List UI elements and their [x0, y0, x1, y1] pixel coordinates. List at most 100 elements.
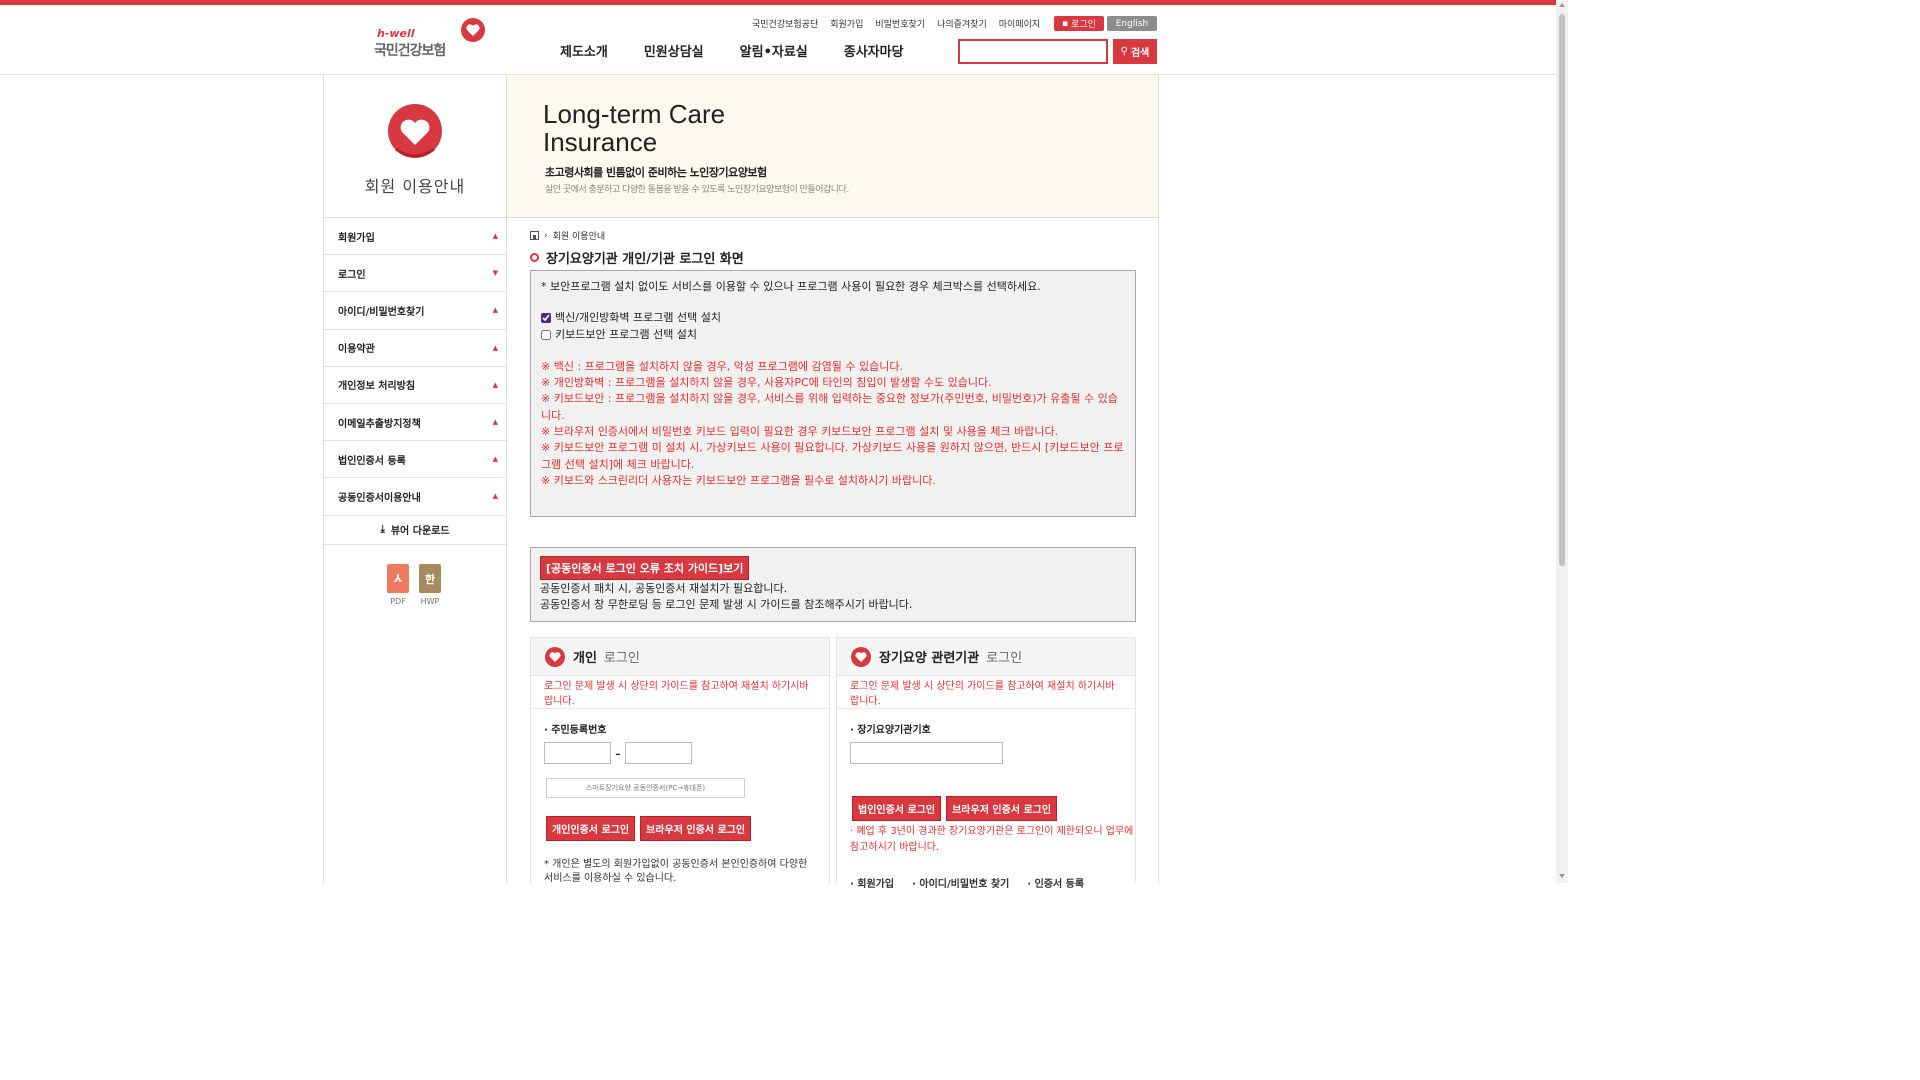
gnb-item-notice[interactable]: 알림•자료실: [740, 41, 808, 60]
logo-hwell-text: h-well: [377, 27, 415, 40]
cert-guide-box: [공동인증서 로그인 오류 조치 가이드]보기 공동인증서 패치 시, 공동인증…: [530, 547, 1136, 622]
panel-title-light: 로그인: [603, 651, 640, 666]
hwp-icon: 한: [419, 564, 441, 593]
institution-login-header: 장기요양 관련기관 로그인: [837, 638, 1135, 676]
rrn-back-input[interactable]: [624, 742, 692, 764]
sidebar-item-join[interactable]: 회원가입 ▲: [324, 218, 506, 256]
global-nav: 제도소개 민원상담실 알림•자료실 종사자마당: [560, 41, 940, 60]
vaccine-firewall-checkbox[interactable]: [541, 313, 551, 324]
scroll-down-arrow-icon[interactable]: [1559, 874, 1565, 878]
warning-item: ※ 키보드와 스크린리더 사용자는 키보드보안 프로그램을 필수로 설치하시기 …: [541, 473, 936, 487]
personal-login-note: 로그인 문제 발생 시 상단의 가이드를 참고하여 재설치 하기시바랍니다.: [531, 676, 829, 709]
rrn-dash: -: [615, 743, 621, 763]
gnb-item-civil[interactable]: 민원상담실: [644, 41, 704, 60]
personal-login-header: 개인 로그인: [531, 638, 829, 676]
pdf-viewer-link[interactable]: ⅄ PDF: [387, 564, 409, 606]
institution-links: · 회원가입 · 아이디/비밀번호 찾기 · 인증서 등록: [850, 875, 1135, 890]
caret-down-icon: ▼: [492, 269, 498, 278]
institution-find-id-link[interactable]: · 아이디/비밀번호 찾기: [912, 875, 1009, 890]
smart-cert-button[interactable]: 스마트장기요양 공동인증서(PC→휴대폰): [546, 778, 745, 798]
personal-browser-cert-login-button[interactable]: 브라우저 인증서 로그인: [640, 816, 752, 841]
sidebar-menu: 회원가입 ▲ 로그인 ▼ 아이디/비밀번호찾기 ▲ 이용약관 ▲ 개인정보 처리…: [324, 218, 506, 545]
sidebar-item-label: 법인인증서 등록: [338, 455, 406, 467]
util-link-find-password[interactable]: 비밀번호찾기: [875, 17, 925, 30]
warning-item: ※ 키보드보안 프로그램 미 설치 시, 가상키보드 사용이 필요합니다. 가상…: [541, 441, 1124, 471]
warning-item: ※ 키보드보안 : 프로그램을 설치하지 않을 경우, 서비스를 위해 입력하는…: [541, 392, 1118, 422]
institution-login-buttons: 법인인증서 로그인 브라우저 인증서 로그인: [852, 796, 1135, 821]
utility-nav: 국민건강보험공단 회원가입 비밀번호찾기 나의즐겨찾기 마이페이지: [752, 16, 1052, 31]
banner-title-line2: Insurance: [543, 127, 658, 157]
search-button-label: 검색: [1130, 48, 1150, 59]
scroll-up-arrow-icon[interactable]: [1559, 3, 1565, 7]
institution-join-link[interactable]: · 회원가입: [850, 875, 894, 890]
corp-cert-login-button[interactable]: 법인인증서 로그인: [852, 796, 942, 821]
viewer-download-link[interactable]: ⤓ 뷰어 다운로드: [324, 516, 506, 545]
caret-up-icon: ▲: [492, 455, 498, 464]
keyboard-security-checkbox[interactable]: [541, 329, 551, 340]
sidebar-item-label: 이메일추출방지정책: [338, 418, 421, 430]
search-button[interactable]: ⚲ 검색: [1113, 39, 1157, 64]
caret-up-icon: ▲: [492, 418, 498, 427]
hwp-label: HWP: [420, 597, 440, 606]
security-notice-box: * 보안프로그램 설치 없이도 서비스를 이용할 수 있으나 프로그램 사용이 …: [530, 270, 1136, 517]
personal-login-panel: 개인 로그인 로그인 문제 발생 시 상단의 가이드를 참고하여 재설치 하기시…: [530, 637, 830, 884]
search-icon: ⚲: [1120, 46, 1128, 57]
hwp-viewer-link[interactable]: 한 HWP: [419, 564, 441, 606]
institution-code-label: · 장기요양기관기호: [850, 725, 931, 736]
rrn-fields: -: [544, 742, 829, 764]
viewer-doc-links: ⅄ PDF 한 HWP: [387, 564, 441, 606]
breadcrumb: › 회원 이용안내: [530, 229, 605, 242]
login-button-label: 로그인: [1071, 20, 1096, 30]
sidebar-header: 회원 이용안내: [324, 75, 506, 218]
sidebar-item-privacy[interactable]: 개인정보 처리방침 ▲: [324, 367, 506, 404]
util-link-join[interactable]: 회원가입: [830, 17, 863, 30]
cert-error-guide-button[interactable]: [공동인증서 로그인 오류 조치 가이드]보기: [540, 556, 750, 580]
sidebar-item-email-policy[interactable]: 이메일추출방지정책 ▲: [324, 404, 506, 442]
sidebar-item-find-id[interactable]: 아이디/비밀번호찾기 ▲: [324, 292, 506, 330]
sidebar-item-terms[interactable]: 이용약관 ▲: [324, 330, 506, 367]
search-input[interactable]: [958, 39, 1108, 64]
util-link-mypage[interactable]: 마이페이지: [999, 17, 1040, 30]
caret-up-icon: ▲: [492, 492, 498, 501]
personal-cert-login-button[interactable]: 개인인증서 로그인: [546, 816, 636, 841]
nhis-logo[interactable]: h-well 국민건강보험: [374, 17, 489, 63]
guide-line: 공동인증서 창 무한로딩 등 로그인 문제 발생 시 가이드를 참조해주시기 바…: [540, 598, 913, 612]
site-header: h-well 국민건강보험 국민건강보험공단 회원가입 비밀번호찾기 나의즐겨찾…: [0, 5, 1556, 75]
util-link-nhis[interactable]: 국민건강보험공단: [752, 17, 818, 30]
left-sidebar: 회원 이용안내 회원가입 ▲ 로그인 ▼ 아이디/비밀번호찾기 ▲ 이용약관 ▲…: [324, 75, 507, 883]
sidebar-item-corp-cert[interactable]: 법인인증서 등록 ▲: [324, 441, 506, 479]
pdf-icon: ⅄: [387, 564, 409, 593]
scrollbar-thumb[interactable]: [1559, 14, 1565, 566]
caret-up-icon: ▲: [492, 306, 498, 315]
institution-browser-cert-login-button[interactable]: 브라우저 인증서 로그인: [946, 796, 1058, 821]
institution-login-panel: 장기요양 관련기관 로그인 로그인 문제 발생 시 상단의 가이드를 참고하여 …: [836, 637, 1136, 890]
institution-cert-register-link[interactable]: · 인증서 등록: [1027, 875, 1084, 890]
notice-intro: * 보안프로그램 설치 없이도 서비스를 이용할 수 있으나 프로그램 사용이 …: [541, 280, 1041, 293]
sidebar-item-label: 로그인: [338, 269, 366, 281]
home-icon[interactable]: [530, 231, 539, 240]
banner-subtitle: 초고령사회를 빈틈없이 준비하는 노인장기요양보험: [545, 166, 767, 179]
gnb-item-intro[interactable]: 제도소개: [560, 41, 608, 60]
caret-up-icon: ▲: [492, 343, 498, 352]
banner-description: 살던 곳에서 충분하고 다양한 돌봄을 받을 수 있도록 노인장기요양보험이 만…: [545, 185, 849, 195]
gnb-item-workers[interactable]: 종사자마당: [844, 41, 904, 60]
warning-item: ※ 개인방화벽 : 프로그램을 설치하지 않을 경우, 사용자PC에 타인의 침…: [541, 376, 992, 390]
sidebar-item-login[interactable]: 로그인 ▼: [324, 255, 506, 293]
vertical-scrollbar[interactable]: [1556, 0, 1568, 883]
page-title-text: 장기요양기관 개인/기관 로그인 화면: [546, 252, 744, 267]
checkbox-keyboard-row[interactable]: 키보드보안 프로그램 선택 설치: [541, 327, 1125, 343]
login-button[interactable]: ▪ 로그인: [1054, 16, 1104, 31]
main-container: 회원 이용안내 회원가입 ▲ 로그인 ▼ 아이디/비밀번호찾기 ▲ 이용약관 ▲…: [323, 75, 1159, 890]
warning-item: ※ 백신 : 프로그램을 설치하지 않을 경우, 악성 프로그램에 감염될 수 …: [541, 359, 903, 373]
sidebar-item-cert-guide[interactable]: 공동인증서이용안내 ▲: [324, 478, 506, 516]
lock-icon: ▪: [1062, 18, 1069, 29]
breadcrumb-current: 회원 이용안내: [552, 232, 606, 242]
download-icon: ⤓: [380, 524, 385, 535]
english-button[interactable]: English: [1107, 16, 1157, 31]
heart-logo-icon: [461, 18, 485, 42]
sidebar-item-label: 공동인증서이용안내: [338, 492, 421, 504]
rrn-front-input[interactable]: [544, 742, 611, 764]
checkbox-vaccine-row[interactable]: 백신/개인방화벽 프로그램 선택 설치: [541, 310, 1125, 326]
institution-code-input[interactable]: [850, 742, 1003, 764]
util-link-favorites[interactable]: 나의즐겨찾기: [937, 17, 987, 30]
